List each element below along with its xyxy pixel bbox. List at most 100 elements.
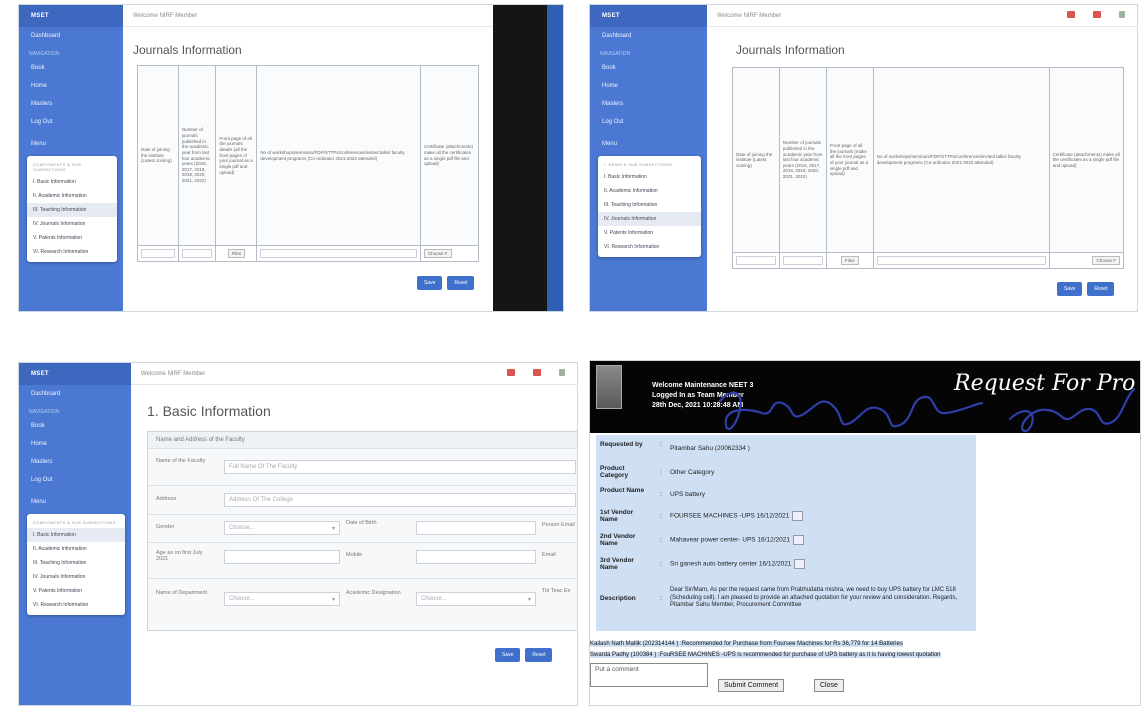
topbar: Welcome NIRF Member xyxy=(707,5,1137,27)
date-joining-input[interactable] xyxy=(141,249,175,258)
certificate-file-button[interactable]: Choose F xyxy=(1092,255,1120,266)
submenu-journals-info[interactable]: IV. Journals Information xyxy=(598,212,701,226)
submenu-patents-info[interactable]: V. Patents Information xyxy=(598,226,701,240)
reset-button[interactable]: Reset xyxy=(447,276,475,290)
nav-dashboard[interactable]: Dashboard xyxy=(19,385,131,403)
save-button[interactable]: Save xyxy=(1057,282,1083,296)
page-title: Request For Pro xyxy=(954,371,1136,396)
col-front-page: Front page of all the journals details (… xyxy=(215,65,258,246)
vendor-3-value: Sri ganesh auto battery center 16/12/202… xyxy=(670,560,792,568)
user-icon[interactable] xyxy=(559,369,565,376)
submenu-academic-info[interactable]: II. Academic Information xyxy=(598,184,701,198)
journals-table: Date of joining the institute (Latest Jo… xyxy=(137,65,479,262)
message-icon[interactable] xyxy=(533,369,541,376)
user-icon[interactable] xyxy=(1119,11,1125,18)
department-select[interactable]: Choose... ▾ xyxy=(224,592,340,606)
address-input[interactable]: Address Of The College xyxy=(224,493,576,507)
certificate-file-button[interactable]: Choose F xyxy=(424,248,452,259)
nav-dashboard[interactable]: Dashboard xyxy=(19,27,123,45)
mobile-input[interactable] xyxy=(416,550,536,564)
nav-section-label: NAVIGATION xyxy=(29,51,60,57)
submenu-academic-info[interactable]: II. Academic Information xyxy=(27,189,117,203)
front-page-file-button[interactable]: Files xyxy=(227,248,246,259)
gender-label: Gender xyxy=(156,524,175,530)
sidebar: MSET Dashboard NAVIGATION Book Home Mast… xyxy=(19,5,123,311)
nav-masters[interactable]: Masters xyxy=(19,95,123,113)
submenu-journals-info[interactable]: IV. Journals Information xyxy=(27,570,125,584)
nav-logout[interactable]: Log Out xyxy=(19,113,123,131)
welcome-line: Welcome Maintenance NEET 3 xyxy=(652,382,754,389)
message-icon[interactable] xyxy=(1093,11,1101,18)
nav-home[interactable]: Home xyxy=(19,77,123,95)
submenu-basic-info[interactable]: I. Basic Information xyxy=(27,175,117,189)
nav-masters[interactable]: Masters xyxy=(19,453,131,471)
nav-menu-toggle[interactable]: Menu xyxy=(19,135,123,153)
save-button[interactable]: Save xyxy=(495,648,521,662)
save-button[interactable]: Save xyxy=(417,276,443,290)
nav-menu-toggle[interactable]: Menu xyxy=(590,135,707,153)
timestamp-line: 28th Dec, 2021 10:28:48 AM xyxy=(652,402,744,409)
welcome-text: Welcome NIRF Member xyxy=(141,371,206,377)
nav-logout[interactable]: Log Out xyxy=(19,471,131,489)
submenu-research-info[interactable]: VI. Research Information xyxy=(27,245,117,259)
workshops-input[interactable] xyxy=(876,256,1046,265)
person-email-label: Person Email xyxy=(542,522,575,528)
submenu-journals-info[interactable]: IV. Journals Information xyxy=(27,217,117,231)
col-certificate: Certificate (attachments) make all the c… xyxy=(1048,67,1125,253)
submit-comment-button[interactable]: Submit Comment xyxy=(718,679,785,692)
submenu-patents-info[interactable]: V. Patents Information xyxy=(27,231,117,245)
nav-menu-toggle[interactable]: Menu xyxy=(19,493,131,511)
description-text: Dear Sir/Mam, As per the request came fr… xyxy=(670,587,958,608)
reset-button[interactable]: Reset xyxy=(1087,282,1115,296)
submenu: COMPONENTS & SUB SUBSECTIONS I. Basic In… xyxy=(27,514,125,615)
comment-input[interactable]: Put a comment xyxy=(590,663,708,687)
notification-icon[interactable] xyxy=(507,369,515,376)
nav-masters[interactable]: Masters xyxy=(590,95,707,113)
journals-count-input[interactable] xyxy=(782,256,823,265)
designation-select[interactable]: Choose... ▾ xyxy=(416,592,536,606)
submenu-teaching-info[interactable]: III. Teaching Information xyxy=(27,556,125,570)
header-bar: Welcome Maintenance NEET 3 Logged In as … xyxy=(590,361,1140,433)
workshops-input[interactable] xyxy=(260,249,417,258)
reset-button[interactable]: Reset xyxy=(525,648,553,662)
nav-book[interactable]: Book xyxy=(19,417,131,435)
screenshot-journals-2: MSET Dashboard NAVIGATION Book Home Mast… xyxy=(589,4,1138,312)
age-input[interactable] xyxy=(224,550,340,564)
attachment-icon[interactable] xyxy=(794,559,806,569)
submenu-academic-info[interactable]: II. Academic Information xyxy=(27,542,125,556)
faculty-name-input[interactable]: Full Name Of The Faculty xyxy=(224,460,576,474)
front-page-file-button[interactable]: Files xyxy=(841,255,859,266)
attachment-icon[interactable] xyxy=(792,511,804,521)
attachment-icon[interactable] xyxy=(792,535,804,545)
date-joining-input[interactable] xyxy=(736,256,776,265)
submenu-teaching-info[interactable]: III. Teaching Information xyxy=(27,203,117,217)
designation-label: Academic Designation xyxy=(346,590,401,596)
mobile-label: Mobile xyxy=(346,552,363,558)
col-workshops: No of workshops/seminars/FDP/STTPs/confe… xyxy=(872,67,1050,253)
gender-select[interactable]: Choose... ▾ xyxy=(224,521,340,535)
nav-logout[interactable]: Log Out xyxy=(590,113,707,131)
journals-count-input[interactable] xyxy=(181,249,213,258)
nav-home[interactable]: Home xyxy=(19,435,131,453)
submenu-teaching-info[interactable]: III. Teaching Information xyxy=(598,198,701,212)
notification-icon[interactable] xyxy=(1067,11,1075,18)
dob-label: Date of Birth xyxy=(346,520,377,526)
submenu-research-info[interactable]: VI. Research Information xyxy=(27,598,125,612)
dob-input[interactable] xyxy=(416,521,536,535)
institute-logo xyxy=(596,365,622,409)
submenu-research-info[interactable]: VI. Research Information xyxy=(598,240,701,254)
nav-dashboard[interactable]: Dashboard xyxy=(590,27,707,45)
screenshot-journals-1: MSET Dashboard NAVIGATION Book Home Mast… xyxy=(18,4,564,312)
brand-logo: MSET xyxy=(19,363,131,385)
submenu-basic-info[interactable]: I. Basic Information xyxy=(598,170,701,184)
nav-home[interactable]: Home xyxy=(590,77,707,95)
welcome-block: Welcome Maintenance NEET 3 Logged In as … xyxy=(652,381,753,411)
nav-book[interactable]: Book xyxy=(19,59,123,77)
submenu-basic-info[interactable]: I. Basic Information xyxy=(27,528,125,542)
col-journals-count: Number of journals published in the acad… xyxy=(778,67,827,253)
close-button[interactable]: Close xyxy=(814,679,844,692)
category-value: Other Category xyxy=(670,469,715,476)
welcome-text: Welcome NIRF Member xyxy=(717,13,782,19)
nav-book[interactable]: Book xyxy=(590,59,707,77)
submenu-patents-info[interactable]: V. Patents Information xyxy=(27,584,125,598)
